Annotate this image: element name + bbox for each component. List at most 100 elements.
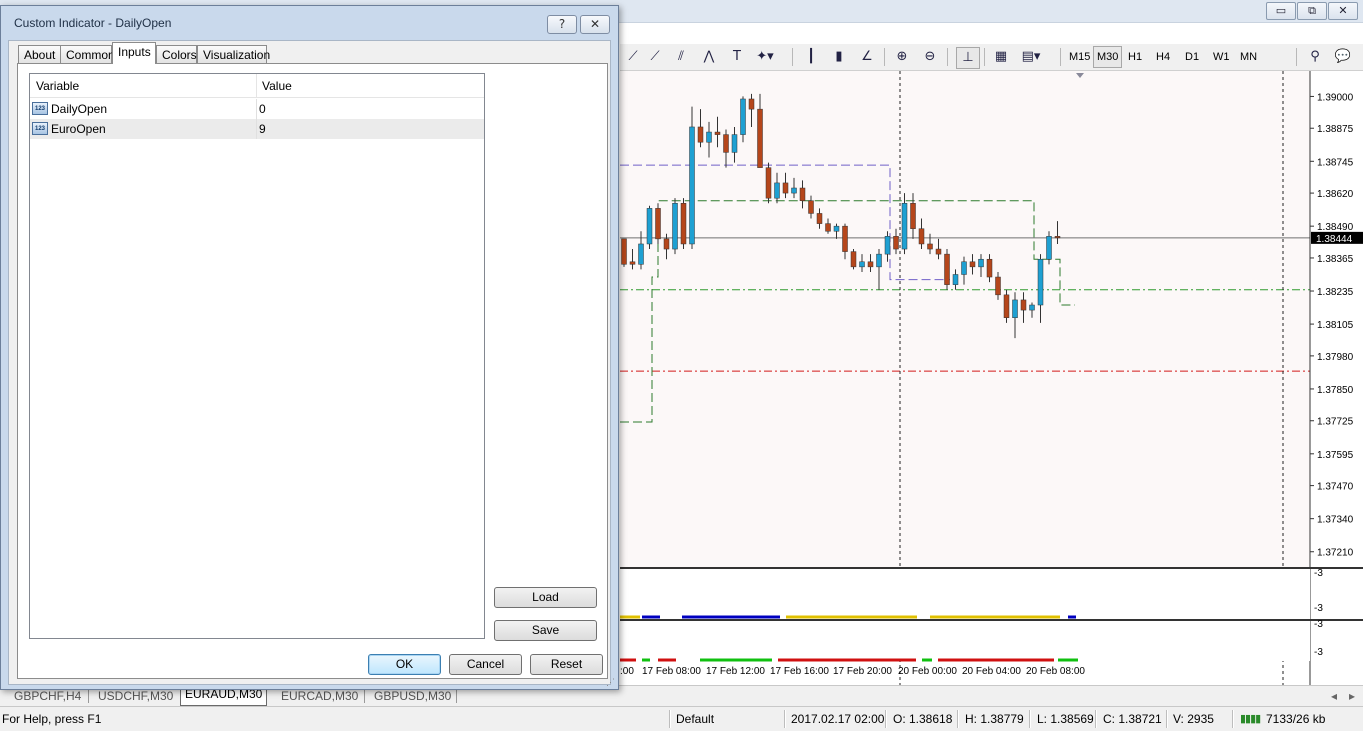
reset-button[interactable]: Reset (530, 654, 603, 675)
resize-grip-icon[interactable]: ⋰ (606, 677, 616, 687)
help-button[interactable]: ? (547, 15, 577, 34)
bear-candle (782, 182, 789, 194)
integer-type-icon: 123 (32, 122, 48, 135)
time-tick-label: 20 Feb 04:00 (962, 666, 1021, 677)
close-window-button[interactable]: ✕ (1328, 2, 1358, 20)
subwindow-scale-label: -3 (1314, 568, 1323, 579)
time-tick-label: 20 Feb 08:00 (1026, 666, 1085, 677)
bear-candle (757, 108, 763, 168)
zoom-in-icon[interactable]: ⊕ (891, 47, 913, 67)
bear-candle (808, 200, 814, 214)
input-row-dailyopen[interactable]: 123 DailyOpen 0 (30, 99, 484, 119)
arrows-tool-icon[interactable]: ✦▾ (754, 47, 776, 67)
load-button[interactable]: Load (494, 587, 597, 608)
timeframe-mn[interactable]: MN (1237, 47, 1260, 67)
timeframe-m15[interactable]: M15 (1066, 47, 1093, 67)
bull-candle (1029, 304, 1035, 311)
price-tick-label: 1.38620 (1317, 189, 1354, 200)
time-tick-label: :00 (620, 666, 634, 677)
status-separator (1232, 710, 1234, 728)
tab-scroll-left-icon[interactable]: ◂ (1327, 688, 1341, 705)
bear-candle (799, 187, 806, 201)
bear-candle (697, 126, 704, 143)
variable-name: DailyOpen (51, 102, 108, 116)
dialog-close-button[interactable]: ✕ (580, 15, 610, 34)
bear-candle (629, 261, 636, 265)
chart-tab-eurcad-m30[interactable]: EURCAD,M30 (277, 688, 362, 705)
status-separator (885, 710, 887, 728)
chart-tab-usdchf-m30[interactable]: USDCHF,M30 (94, 688, 177, 705)
bull-candle (638, 243, 644, 265)
bull-candle (833, 225, 840, 232)
tab-common[interactable]: Common (60, 45, 115, 63)
bull-candle (740, 98, 746, 135)
tab-inputs[interactable]: Inputs (112, 42, 156, 64)
bear-candle (748, 98, 755, 110)
bull-candle (876, 253, 882, 268)
bear-candle (918, 228, 925, 245)
save-button[interactable]: Save (494, 620, 597, 641)
bear-candle (765, 167, 772, 199)
price-tick-label: 1.37210 (1317, 548, 1354, 559)
input-row-euroopen[interactable]: 123 EuroOpen 9 (30, 119, 484, 139)
dialog-title: Custom Indicator - DailyOpen (14, 16, 172, 30)
column-header-variable[interactable]: Variable (30, 74, 257, 98)
templates-icon[interactable]: ▦ (990, 47, 1012, 67)
price-tick-label: 1.38235 (1317, 287, 1354, 298)
bull-candle (706, 131, 712, 143)
fibo-time-icon[interactable]: ⟋ (644, 47, 666, 67)
chart-tab-gbpchf-h4[interactable]: GBPCHF,H4 (10, 688, 85, 705)
fibo-fan-icon[interactable]: ⟋ (622, 47, 644, 67)
bar-chart-icon[interactable]: ┃ (800, 47, 822, 67)
bear-candle (1020, 299, 1027, 311)
timeframe-d1[interactable]: D1 (1182, 47, 1202, 67)
timeframe-w1[interactable]: W1 (1210, 47, 1233, 67)
bear-candle (893, 236, 899, 250)
line-chart-icon[interactable]: ∠ (856, 47, 878, 67)
bull-candle (731, 134, 738, 153)
price-tick-label: 1.37340 (1317, 515, 1354, 526)
restore-button[interactable]: ⧉ (1297, 2, 1327, 20)
tab-visualization[interactable]: Visualization (197, 45, 270, 63)
bear-candle (850, 251, 857, 268)
inputs-grid[interactable]: Variable Value 123 DailyOpen 0 123 EuroO… (29, 73, 485, 639)
chart-shift-icon[interactable]: ⊥ (956, 47, 980, 69)
chart-tab-gbpusd-m30[interactable]: GBPUSD,M30 (370, 688, 455, 705)
status-traffic: 7133/26 kb (1266, 712, 1326, 726)
price-tick-label: 1.37725 (1317, 417, 1354, 428)
time-tick-label: 20 Feb 00:00 (898, 666, 957, 677)
bear-candle (927, 243, 933, 250)
timeframe-m30[interactable]: M30 (1093, 46, 1123, 68)
cancel-button[interactable]: Cancel (449, 654, 522, 675)
status-bar: For Help, press F1 Default 2017.02.17 02… (0, 706, 1363, 731)
tab-about[interactable]: About (18, 45, 61, 63)
tab-separator (456, 690, 457, 703)
status-separator (1029, 710, 1031, 728)
dialog-body: About Common Inputs Colors Visualization… (8, 40, 611, 685)
bear-candle (663, 238, 670, 250)
subwindow-2-background (620, 621, 1310, 661)
trend-channel-icon[interactable]: ⫽ (670, 47, 692, 67)
variable-value[interactable]: 9 (259, 119, 266, 139)
candlestick-chart-icon[interactable]: ▮ (828, 47, 850, 67)
zoom-out-icon[interactable]: ⊖ (919, 47, 941, 67)
timeframe-h4[interactable]: H4 (1153, 47, 1173, 67)
price-chart[interactable]: 1.39000 1.38875 1.38745 1.38620 1.38490 1.383… (620, 71, 1363, 685)
elliott-wave-icon[interactable]: ⋀ (698, 47, 720, 67)
minimize-button[interactable]: ▭ (1266, 2, 1296, 20)
indicators-icon[interactable]: ▤▾ (1020, 47, 1042, 67)
status-separator (957, 710, 959, 728)
search-icon[interactable]: ⚲ (1304, 47, 1326, 67)
text-tool-icon[interactable]: T (726, 47, 748, 67)
chart-window[interactable]: 1.39000 1.38875 1.38745 1.38620 1.38490 1.383… (620, 71, 1363, 685)
tab-scroll-right-icon[interactable]: ▸ (1345, 688, 1359, 705)
column-header-value[interactable]: Value (257, 74, 484, 98)
timeframe-h1[interactable]: H1 (1125, 47, 1145, 67)
status-close: C: 1.38721 (1103, 712, 1162, 726)
tab-colors[interactable]: Colors (156, 45, 197, 63)
ok-button[interactable]: OK (368, 654, 441, 675)
chat-icon[interactable]: 💬 (1332, 47, 1354, 67)
bear-candle (935, 248, 942, 255)
variable-value[interactable]: 0 (259, 99, 266, 119)
price-tick-label: 1.37470 (1317, 482, 1354, 493)
